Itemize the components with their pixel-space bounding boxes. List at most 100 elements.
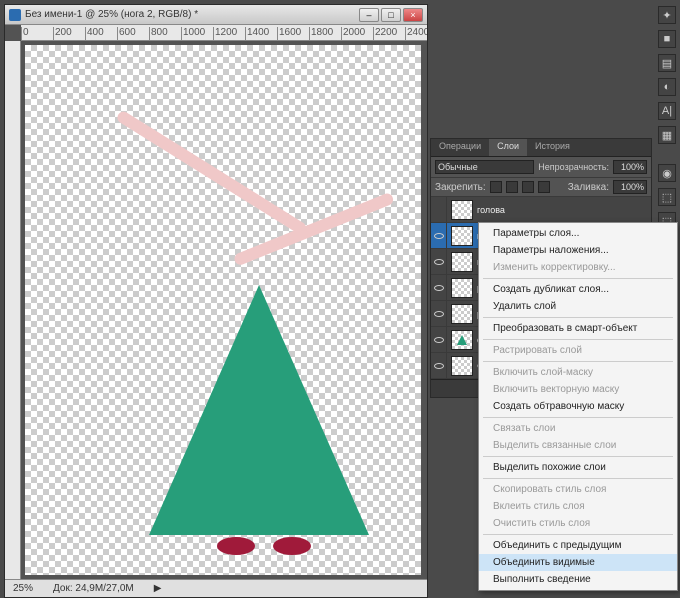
ruler-mark: 200 [53, 27, 72, 41]
shape-arm-left [115, 109, 308, 236]
menu-item[interactable]: Выполнить сведение [479, 571, 677, 588]
layer-thumbnail[interactable] [451, 330, 473, 350]
lock-position-icon[interactable] [522, 181, 534, 193]
menu-separator [483, 478, 673, 479]
menu-item[interactable]: Создать обтравочную маску [479, 398, 677, 415]
tab-Слои[interactable]: Слои [489, 139, 527, 156]
status-bar: 25% Док: 24,9M/27,0M ▶ [5, 579, 427, 597]
toolbar-button-0[interactable]: ✦ [658, 6, 676, 24]
right-toolbar: ✦■▤◐A|▦◉⬚⬚ [656, 2, 678, 234]
ruler-mark: 1600 [277, 27, 301, 41]
shape-tree-body [149, 285, 369, 535]
layer-name[interactable]: голова [477, 205, 505, 215]
minimize-button[interactable]: – [359, 8, 379, 22]
eye-icon [434, 259, 444, 265]
visibility-toggle[interactable] [431, 301, 447, 326]
layer-thumbnail[interactable] [451, 226, 473, 246]
visibility-toggle[interactable] [431, 327, 447, 352]
blend-mode-select[interactable]: Обычные [435, 160, 534, 174]
layer-thumbnail[interactable] [451, 304, 473, 324]
tab-Операции[interactable]: Операции [431, 139, 489, 156]
document-window: Без имени-1 @ 25% (нога 2, RGB/8) * – □ … [4, 4, 428, 598]
menu-item[interactable]: Объединить видимые [479, 554, 677, 571]
menu-item[interactable]: Объединить с предыдущим [479, 537, 677, 554]
lock-transparency-icon[interactable] [490, 181, 502, 193]
menu-item: Связать слои [479, 420, 677, 437]
lock-label: Закрепить: [435, 182, 486, 193]
layer-thumbnail[interactable] [451, 252, 473, 272]
horizontal-ruler[interactable]: 0200400600800100012001400160018002000220… [21, 25, 427, 41]
toolbar-button-6[interactable]: ◉ [658, 164, 676, 182]
tab-История[interactable]: История [527, 139, 578, 156]
visibility-toggle[interactable] [431, 223, 447, 248]
document-title: Без имени-1 @ 25% (нога 2, RGB/8) * [25, 9, 355, 20]
eye-icon [434, 285, 444, 291]
vertical-ruler[interactable] [5, 41, 21, 579]
eye-icon [434, 233, 444, 239]
canvas[interactable] [25, 45, 421, 575]
visibility-toggle[interactable] [431, 275, 447, 300]
layer-context-menu: Параметры слоя...Параметры наложения...И… [478, 222, 678, 591]
menu-separator [483, 317, 673, 318]
blend-row: Обычные Непрозрачность: 100% [431, 157, 651, 178]
app-icon [9, 9, 21, 21]
layer-thumbnail[interactable] [451, 356, 473, 376]
window-buttons: – □ × [359, 8, 423, 22]
ruler-mark: 1400 [245, 27, 269, 41]
menu-item[interactable]: Создать дубликат слоя... [479, 281, 677, 298]
shape-foot-left [217, 537, 255, 555]
toolbar-button-7[interactable]: ⬚ [658, 188, 676, 206]
opacity-input[interactable]: 100% [613, 160, 647, 174]
ruler-mark: 2200 [373, 27, 397, 41]
toolbar-button-3[interactable]: ◐ [658, 78, 676, 96]
maximize-button[interactable]: □ [381, 8, 401, 22]
visibility-toggle[interactable] [431, 353, 447, 378]
menu-item: Включить векторную маску [479, 381, 677, 398]
menu-item[interactable]: Выделить похожие слои [479, 459, 677, 476]
layer-thumbnail[interactable] [451, 278, 473, 298]
menu-separator [483, 339, 673, 340]
document-titlebar[interactable]: Без имени-1 @ 25% (нога 2, RGB/8) * – □ … [5, 5, 427, 25]
toolbar-button-2[interactable]: ▤ [658, 54, 676, 72]
layer-thumbnail[interactable] [451, 200, 473, 220]
status-arrow-icon[interactable]: ▶ [154, 583, 162, 594]
eye-icon [434, 337, 444, 343]
menu-item[interactable]: Параметры слоя... [479, 225, 677, 242]
ruler-mark: 2400 [405, 27, 427, 41]
lock-row: Закрепить: Заливка: 100% [431, 178, 651, 197]
visibility-toggle[interactable] [431, 249, 447, 274]
menu-item[interactable]: Удалить слой [479, 298, 677, 315]
lock-all-icon[interactable] [538, 181, 550, 193]
toolbar-button-5[interactable]: ▦ [658, 126, 676, 144]
menu-separator [483, 361, 673, 362]
ruler-mark: 800 [149, 27, 168, 41]
menu-item: Включить слой-маску [479, 364, 677, 381]
ruler-mark: 400 [85, 27, 104, 41]
fill-label: Заливка: [568, 182, 609, 193]
ruler-mark: 1800 [309, 27, 333, 41]
menu-item[interactable]: Параметры наложения... [479, 242, 677, 259]
visibility-toggle[interactable] [431, 197, 447, 222]
canvas-area[interactable] [21, 41, 427, 579]
menu-item: Растрировать слой [479, 342, 677, 359]
close-button[interactable]: × [403, 8, 423, 22]
menu-item: Выделить связанные слои [479, 437, 677, 454]
toolbar-button-4[interactable]: A| [658, 102, 676, 120]
menu-separator [483, 534, 673, 535]
toolbar-button-1[interactable]: ■ [658, 30, 676, 48]
eye-icon [434, 363, 444, 369]
menu-item: Скопировать стиль слоя [479, 481, 677, 498]
lock-pixels-icon[interactable] [506, 181, 518, 193]
layer-row[interactable]: голова [431, 197, 651, 223]
menu-item[interactable]: Преобразовать в смарт-объект [479, 320, 677, 337]
ruler-mark: 0 [21, 27, 29, 41]
menu-item: Изменить корректировку... [479, 259, 677, 276]
doc-size: Док: 24,9M/27,0M [53, 583, 134, 594]
menu-separator [483, 417, 673, 418]
menu-separator [483, 456, 673, 457]
fill-input[interactable]: 100% [613, 180, 647, 194]
menu-separator [483, 278, 673, 279]
zoom-level[interactable]: 25% [13, 583, 33, 594]
menu-item: Очистить стиль слоя [479, 515, 677, 532]
eye-icon [434, 311, 444, 317]
